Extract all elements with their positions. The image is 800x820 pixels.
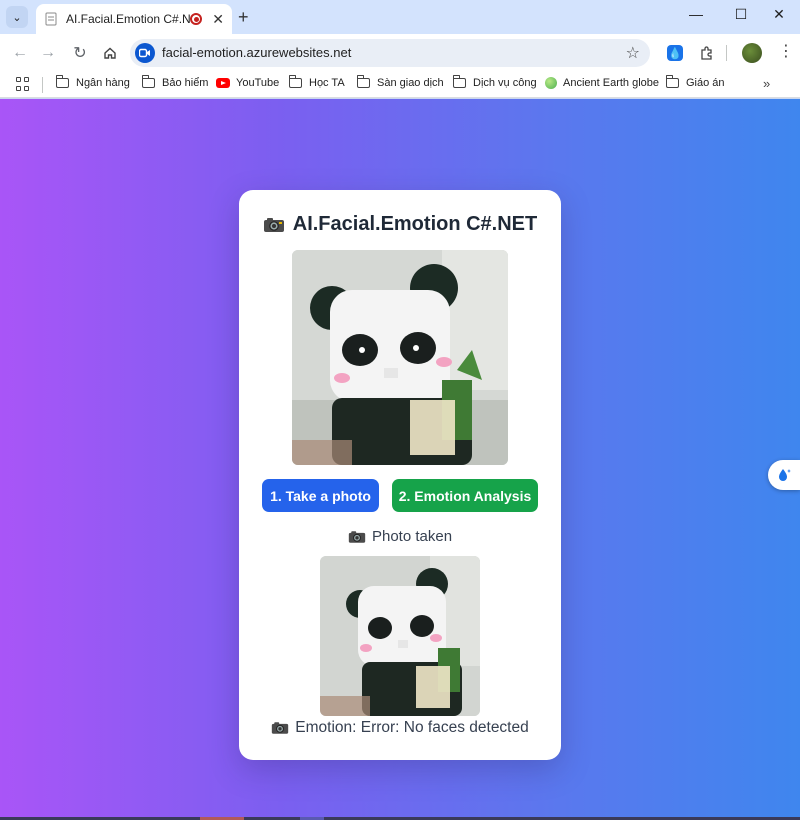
bookmark-giao-an[interactable]: Giáo án xyxy=(665,75,725,89)
forward-button[interactable]: → xyxy=(38,43,58,63)
reload-icon: ↻ xyxy=(73,45,87,62)
address-bar[interactable]: facial-emotion.azurewebsites.net ☆ xyxy=(130,39,650,67)
arrow-left-icon: ← xyxy=(12,44,28,61)
bookmark-label: Dịch vụ công xyxy=(473,77,537,89)
folder-icon xyxy=(665,75,679,88)
tab-search-button[interactable]: ⌄ xyxy=(6,6,28,28)
app-card: AI.Facial.Emotion C#.NET 1. Take a photo… xyxy=(239,190,561,760)
bookmark-ancient-earth-globe[interactable]: Ancient Earth globe xyxy=(545,77,659,89)
emotion-result-text: Emotion: Error: No faces detected xyxy=(295,719,529,736)
bookmark-label: YouTube xyxy=(236,77,280,89)
folder-icon xyxy=(288,75,302,88)
sparkle-drop-icon xyxy=(779,469,791,481)
camera-icon xyxy=(348,530,366,544)
camera-preview xyxy=(292,250,508,465)
more-bookmarks-icon[interactable]: » xyxy=(763,76,770,91)
profile-avatar[interactable] xyxy=(742,43,762,63)
url-text[interactable]: facial-emotion.azurewebsites.net xyxy=(162,45,351,60)
recording-indicator-icon xyxy=(190,13,203,25)
reload-button[interactable]: ↻ xyxy=(70,43,90,63)
more-menu-icon[interactable]: ⋮ xyxy=(778,44,794,60)
app-title: AI.Facial.Emotion C#.NET xyxy=(292,213,538,235)
maximize-button[interactable]: ☐ xyxy=(726,6,756,23)
photo-status-text: Photo taken xyxy=(371,528,453,545)
close-window-button[interactable]: ✕ xyxy=(764,6,794,23)
take-photo-button[interactable]: 1. Take a photo xyxy=(262,479,379,512)
home-icon xyxy=(104,47,116,59)
camera-icon xyxy=(263,217,285,233)
page-favicon-icon xyxy=(44,12,58,26)
photo-status: Photo taken xyxy=(239,528,561,545)
bookmark-hoc-ta[interactable]: Học TA xyxy=(288,75,345,89)
bookmark-youtube[interactable]: YouTube xyxy=(216,77,279,89)
emotion-analysis-button[interactable]: 2. Emotion Analysis xyxy=(392,479,538,512)
page-background: AI.Facial.Emotion C#.NET 1. Take a photo… xyxy=(0,99,800,820)
arrow-right-icon: → xyxy=(40,44,56,61)
page-title: AI.Facial.Emotion C#.NET xyxy=(239,213,561,236)
bookmark-san-giao-dich[interactable]: Sàn giao dịch xyxy=(356,75,444,89)
folder-icon xyxy=(141,75,155,88)
captured-photo xyxy=(320,556,480,716)
extension-drop-icon[interactable]: 💧 xyxy=(667,45,683,61)
bookmark-label: Ngân hàng xyxy=(76,77,130,89)
bookmark-label: Sàn giao dịch xyxy=(377,77,444,89)
apps-grid-icon[interactable] xyxy=(16,77,30,91)
globe-icon xyxy=(545,77,557,89)
camera-icon xyxy=(271,721,289,735)
bookmarks-bar: Ngân hàng Bảo hiểm YouTube Học TA Sàn gi… xyxy=(0,72,800,98)
minimize-button[interactable]: — xyxy=(681,6,711,22)
youtube-icon xyxy=(216,78,230,88)
bookmark-star-icon[interactable]: ☆ xyxy=(626,43,640,63)
bookmark-label: Bảo hiểm xyxy=(162,77,209,89)
bookmark-label: Học TA xyxy=(309,77,345,89)
tab-strip: ⌄ AI.Facial.Emotion C#.NET ✕ + — ☐ ✕ xyxy=(0,0,800,34)
camera-in-use-icon[interactable] xyxy=(135,43,155,63)
bookmark-label: Giáo án xyxy=(686,77,725,89)
folder-icon xyxy=(55,75,69,88)
bookmark-divider xyxy=(42,77,43,93)
bookmark-bao-hiem[interactable]: Bảo hiểm xyxy=(141,75,209,89)
extensions-puzzle-icon[interactable] xyxy=(697,43,717,63)
close-tab-icon[interactable]: ✕ xyxy=(212,11,224,28)
side-assistant-widget[interactable] xyxy=(768,460,800,490)
folder-icon xyxy=(452,75,466,88)
tab-title: AI.Facial.Emotion C#.NET xyxy=(66,12,191,26)
toolbar-divider xyxy=(726,45,727,61)
back-button[interactable]: ← xyxy=(10,43,30,63)
folder-icon xyxy=(356,75,370,88)
home-button[interactable] xyxy=(100,43,120,63)
emotion-result: Emotion: Error: No faces detected xyxy=(239,719,561,737)
new-tab-button[interactable]: + xyxy=(238,8,249,26)
bookmark-label: Ancient Earth globe xyxy=(563,77,660,89)
bookmark-ngan-hang[interactable]: Ngân hàng xyxy=(55,75,130,89)
bookmark-dich-vu-cong[interactable]: Dịch vụ công xyxy=(452,75,537,89)
browser-toolbar: ← → ↻ facial-emotion.azurewebsites.net ☆… xyxy=(0,34,800,72)
active-tab[interactable]: AI.Facial.Emotion C#.NET ✕ xyxy=(36,4,232,34)
chevron-down-icon: ⌄ xyxy=(12,11,22,24)
